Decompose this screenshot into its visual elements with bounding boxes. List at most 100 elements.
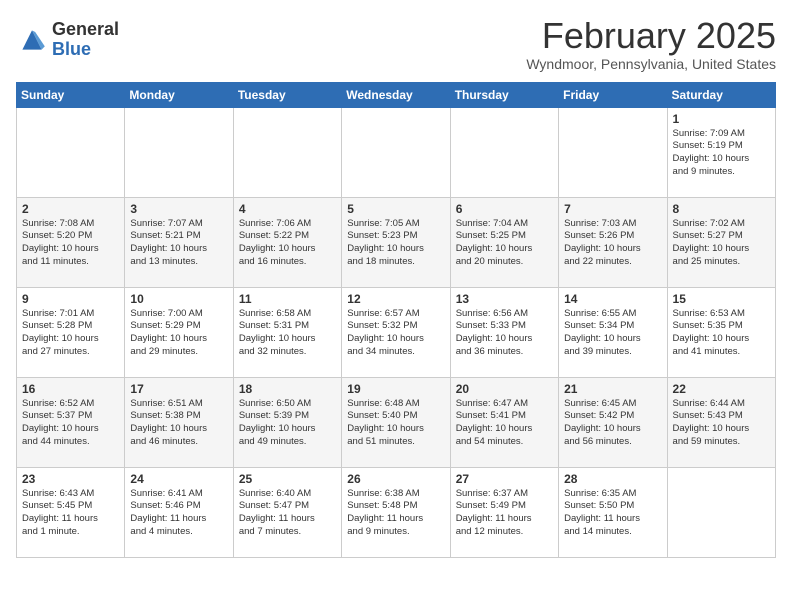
day-number: 4 (239, 202, 336, 216)
day-info: Sunrise: 6:45 AM Sunset: 5:42 PM Dayligh… (564, 398, 661, 449)
day-number: 24 (130, 472, 227, 486)
day-number: 20 (456, 382, 553, 396)
calendar-cell: 15 Sunrise: 6:53 AM Sunset: 5:35 PM Dayli… (667, 287, 775, 377)
day-number: 21 (564, 382, 661, 396)
day-number: 16 (22, 382, 119, 396)
page-header: General Blue February 2025 Wyndmoor, Pen… (16, 16, 776, 72)
weekday-header: Wednesday (342, 82, 450, 107)
calendar-cell: 11 Sunrise: 6:58 AM Sunset: 5:31 PM Dayli… (233, 287, 341, 377)
calendar-cell: 18 Sunrise: 6:50 AM Sunset: 5:39 PM Dayli… (233, 377, 341, 467)
calendar-cell: 2 Sunrise: 7:08 AM Sunset: 5:20 PM Daylig… (17, 197, 125, 287)
calendar-cell: 22 Sunrise: 6:44 AM Sunset: 5:43 PM Dayli… (667, 377, 775, 467)
weekday-header: Monday (125, 82, 233, 107)
calendar-week-row: 16Sunrise: 6:52 AM Sunset: 5:37 PM Dayli… (17, 377, 776, 467)
calendar-cell: 24 Sunrise: 6:41 AM Sunset: 5:46 PM Dayli… (125, 467, 233, 557)
location-text: Wyndmoor, Pennsylvania, United States (526, 56, 776, 72)
day-number: 10 (130, 292, 227, 306)
day-number: 13 (456, 292, 553, 306)
day-number: 18 (239, 382, 336, 396)
calendar-cell (233, 107, 341, 197)
calendar-cell: 9Sunrise: 7:01 AM Sunset: 5:28 PM Daylig… (17, 287, 125, 377)
calendar-cell (342, 107, 450, 197)
day-number: 12 (347, 292, 444, 306)
calendar-cell: 4 Sunrise: 7:06 AM Sunset: 5:22 PM Daylig… (233, 197, 341, 287)
day-info: Sunrise: 7:08 AM Sunset: 5:20 PM Dayligh… (22, 218, 119, 269)
day-number: 5 (347, 202, 444, 216)
calendar-cell: 20 Sunrise: 6:47 AM Sunset: 5:41 PM Dayli… (450, 377, 558, 467)
day-info: Sunrise: 7:06 AM Sunset: 5:22 PM Dayligh… (239, 218, 336, 269)
calendar-week-row: 23 Sunrise: 6:43 AM Sunset: 5:45 PM Dayli… (17, 467, 776, 557)
day-info: Sunrise: 6:41 AM Sunset: 5:46 PM Dayligh… (130, 488, 227, 539)
day-number: 11 (239, 292, 336, 306)
calendar-cell: 14 Sunrise: 6:55 AM Sunset: 5:34 PM Dayli… (559, 287, 667, 377)
calendar-cell (17, 107, 125, 197)
day-info: Sunrise: 6:43 AM Sunset: 5:45 PM Dayligh… (22, 488, 119, 539)
day-number: 7 (564, 202, 661, 216)
day-info: Sunrise: 7:09 AM Sunset: 5:19 PM Dayligh… (673, 128, 770, 179)
logo-icon (16, 24, 48, 56)
logo-general-text: General (52, 20, 119, 40)
calendar-cell: 10 Sunrise: 7:00 AM Sunset: 5:29 PM Dayli… (125, 287, 233, 377)
day-info: Sunrise: 6:56 AM Sunset: 5:33 PM Dayligh… (456, 308, 553, 359)
day-number: 15 (673, 292, 770, 306)
day-number: 17 (130, 382, 227, 396)
calendar-cell: 1 Sunrise: 7:09 AM Sunset: 5:19 PM Daylig… (667, 107, 775, 197)
day-info: Sunrise: 7:01 AM Sunset: 5:28 PM Dayligh… (22, 308, 119, 359)
day-number: 19 (347, 382, 444, 396)
day-info: Sunrise: 6:44 AM Sunset: 5:43 PM Dayligh… (673, 398, 770, 449)
weekday-header: Sunday (17, 82, 125, 107)
day-info: Sunrise: 6:55 AM Sunset: 5:34 PM Dayligh… (564, 308, 661, 359)
day-number: 28 (564, 472, 661, 486)
calendar-cell (667, 467, 775, 557)
calendar-week-row: 2 Sunrise: 7:08 AM Sunset: 5:20 PM Daylig… (17, 197, 776, 287)
day-info: Sunrise: 7:00 AM Sunset: 5:29 PM Dayligh… (130, 308, 227, 359)
calendar-cell: 8Sunrise: 7:02 AM Sunset: 5:27 PM Daylig… (667, 197, 775, 287)
day-number: 27 (456, 472, 553, 486)
calendar-cell: 6Sunrise: 7:04 AM Sunset: 5:25 PM Daylig… (450, 197, 558, 287)
calendar-cell (450, 107, 558, 197)
calendar-cell: 16Sunrise: 6:52 AM Sunset: 5:37 PM Dayli… (17, 377, 125, 467)
weekday-header: Saturday (667, 82, 775, 107)
calendar-cell: 27 Sunrise: 6:37 AM Sunset: 5:49 PM Dayli… (450, 467, 558, 557)
calendar-cell: 26 Sunrise: 6:38 AM Sunset: 5:48 PM Dayli… (342, 467, 450, 557)
logo: General Blue (16, 20, 119, 60)
day-info: Sunrise: 6:37 AM Sunset: 5:49 PM Dayligh… (456, 488, 553, 539)
day-info: Sunrise: 6:40 AM Sunset: 5:47 PM Dayligh… (239, 488, 336, 539)
day-info: Sunrise: 6:47 AM Sunset: 5:41 PM Dayligh… (456, 398, 553, 449)
day-info: Sunrise: 7:05 AM Sunset: 5:23 PM Dayligh… (347, 218, 444, 269)
day-number: 23 (22, 472, 119, 486)
logo-blue-text: Blue (52, 40, 119, 60)
day-info: Sunrise: 6:35 AM Sunset: 5:50 PM Dayligh… (564, 488, 661, 539)
day-info: Sunrise: 6:58 AM Sunset: 5:31 PM Dayligh… (239, 308, 336, 359)
day-info: Sunrise: 7:03 AM Sunset: 5:26 PM Dayligh… (564, 218, 661, 269)
calendar-cell: 17 Sunrise: 6:51 AM Sunset: 5:38 PM Dayli… (125, 377, 233, 467)
calendar-cell: 13 Sunrise: 6:56 AM Sunset: 5:33 PM Dayli… (450, 287, 558, 377)
calendar-cell: 7 Sunrise: 7:03 AM Sunset: 5:26 PM Daylig… (559, 197, 667, 287)
weekday-header: Friday (559, 82, 667, 107)
day-number: 2 (22, 202, 119, 216)
day-info: Sunrise: 6:48 AM Sunset: 5:40 PM Dayligh… (347, 398, 444, 449)
day-number: 6 (456, 202, 553, 216)
title-block: February 2025 Wyndmoor, Pennsylvania, Un… (526, 16, 776, 72)
calendar-cell: 28 Sunrise: 6:35 AM Sunset: 5:50 PM Dayli… (559, 467, 667, 557)
calendar-cell: 5 Sunrise: 7:05 AM Sunset: 5:23 PM Daylig… (342, 197, 450, 287)
calendar-cell (125, 107, 233, 197)
day-info: Sunrise: 6:57 AM Sunset: 5:32 PM Dayligh… (347, 308, 444, 359)
calendar-cell (559, 107, 667, 197)
day-number: 22 (673, 382, 770, 396)
calendar-table: SundayMondayTuesdayWednesdayThursdayFrid… (16, 82, 776, 558)
day-info: Sunrise: 6:51 AM Sunset: 5:38 PM Dayligh… (130, 398, 227, 449)
day-number: 14 (564, 292, 661, 306)
calendar-cell: 3Sunrise: 7:07 AM Sunset: 5:21 PM Daylig… (125, 197, 233, 287)
calendar-cell: 25Sunrise: 6:40 AM Sunset: 5:47 PM Dayli… (233, 467, 341, 557)
day-info: Sunrise: 6:53 AM Sunset: 5:35 PM Dayligh… (673, 308, 770, 359)
month-title: February 2025 (526, 16, 776, 56)
calendar-week-row: 9Sunrise: 7:01 AM Sunset: 5:28 PM Daylig… (17, 287, 776, 377)
calendar-cell: 23 Sunrise: 6:43 AM Sunset: 5:45 PM Dayli… (17, 467, 125, 557)
day-info: Sunrise: 6:38 AM Sunset: 5:48 PM Dayligh… (347, 488, 444, 539)
day-info: Sunrise: 6:50 AM Sunset: 5:39 PM Dayligh… (239, 398, 336, 449)
day-number: 1 (673, 112, 770, 126)
day-number: 26 (347, 472, 444, 486)
calendar-cell: 12 Sunrise: 6:57 AM Sunset: 5:32 PM Dayli… (342, 287, 450, 377)
calendar-cell: 21 Sunrise: 6:45 AM Sunset: 5:42 PM Dayli… (559, 377, 667, 467)
